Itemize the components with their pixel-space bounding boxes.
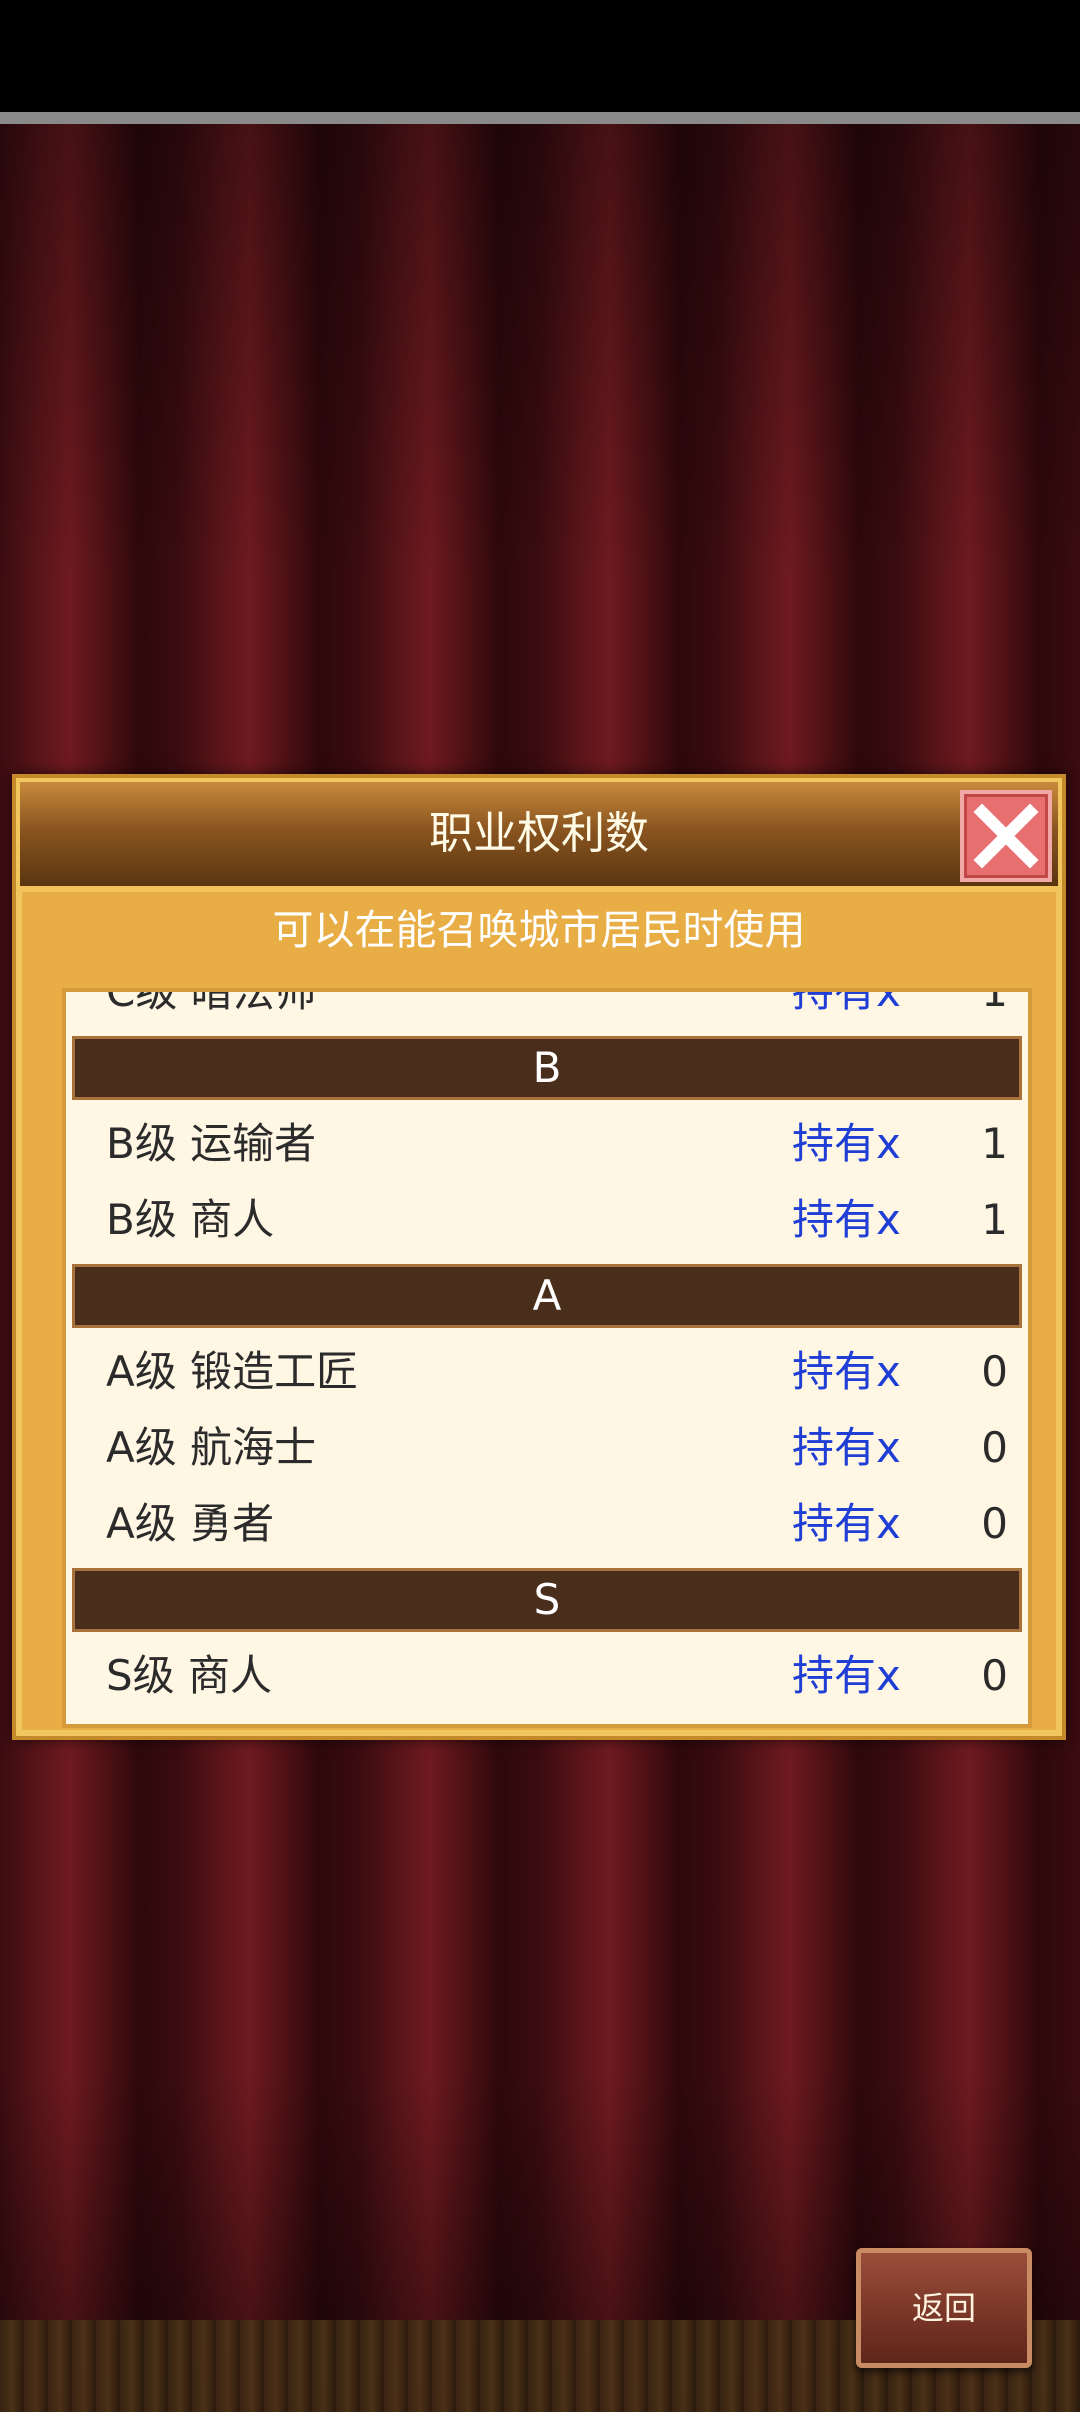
grade-header-a: A [72,1264,1022,1328]
list-item: S级 商人 持有x 0 [66,1638,1028,1714]
item-hold-label: 持有x [792,988,901,1016]
status-divider [0,112,1080,124]
item-hold-label: 持有x [792,1651,901,1700]
close-icon [973,803,1039,869]
item-count: 0 [981,1651,1008,1700]
back-button[interactable]: 返回 [856,2248,1032,2368]
list-item: B级 商人 持有x 1 [66,1182,1028,1258]
dialog-header: 职业权利数 [20,782,1058,892]
list-item: B级 运输者 持有x 1 [66,1106,1028,1182]
item-name: C级 暗法师 [106,988,317,1016]
item-name: B级 运输者 [106,1119,317,1168]
item-name: A级 航海士 [106,1423,317,1472]
job-list: C级 暗法师 持有x 1 B B级 运输者 持有x 1 B级 商人 持有x 1 … [66,988,1028,1714]
item-hold-label: 持有x [792,1119,901,1168]
item-hold-label: 持有x [792,1347,901,1396]
job-rights-dialog: 职业权利数 可以在能召唤城市居民时使用 C级 暗法师 持有x 1 B B级 运输… [12,774,1066,1740]
list-item: A级 航海士 持有x 0 [66,1410,1028,1486]
item-hold-label: 持有x [792,1195,901,1244]
item-count: 1 [981,1119,1008,1168]
list-item: C级 暗法师 持有x 1 [66,988,1028,1030]
grade-header-s: S [72,1568,1022,1632]
item-name: B级 商人 [106,1195,275,1244]
item-hold-label: 持有x [792,1423,901,1472]
item-name: A级 勇者 [106,1499,275,1548]
dialog-subtitle: 可以在能召唤城市居民时使用 [272,906,806,954]
item-count: 1 [981,1195,1008,1244]
item-count: 1 [981,988,1008,1016]
status-bar [0,0,1080,112]
item-count: 0 [981,1499,1008,1548]
close-button[interactable] [960,790,1052,882]
item-count: 0 [981,1423,1008,1472]
list-item: A级 锻造工匠 持有x 0 [66,1334,1028,1410]
item-hold-label: 持有x [792,1499,901,1548]
item-name: S级 商人 [106,1651,273,1700]
list-item: A级 勇者 持有x 0 [66,1486,1028,1562]
item-name: A级 锻造工匠 [106,1347,359,1396]
item-count: 0 [981,1347,1008,1396]
job-list-panel[interactable]: C级 暗法师 持有x 1 B B级 运输者 持有x 1 B级 商人 持有x 1 … [62,988,1032,1728]
dialog-title: 职业权利数 [429,808,649,859]
grade-header-b: B [72,1036,1022,1100]
